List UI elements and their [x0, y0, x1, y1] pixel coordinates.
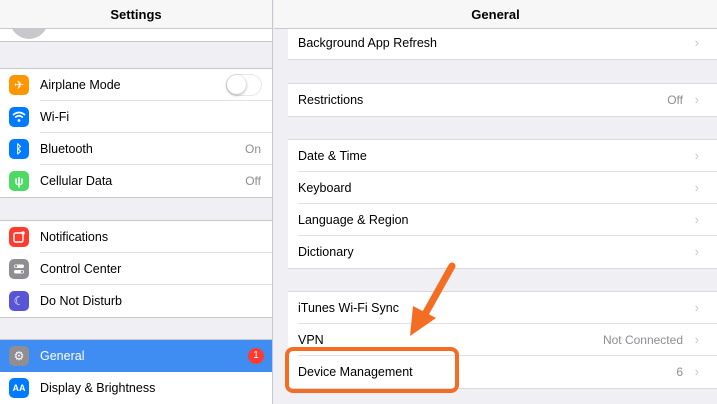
sidebar-item-label: Do Not Disturb	[40, 294, 122, 308]
row-label: Keyboard	[298, 181, 352, 195]
sidebar-item-label: Cellular Data	[40, 174, 113, 188]
row-label: Date & Time	[298, 149, 367, 163]
row-keyboard[interactable]: Keyboard ›	[288, 172, 717, 204]
general-pane: General Background App Refresh › Restric…	[274, 0, 717, 404]
restrictions-status: Off	[667, 93, 683, 107]
device-management-highlight	[285, 347, 459, 393]
row-language-region[interactable]: Language & Region ›	[288, 204, 717, 236]
bluetooth-icon: ᛒ	[9, 139, 29, 159]
notification-badge: 1	[248, 348, 264, 364]
device-management-count: 6	[676, 365, 683, 379]
antenna-icon: ψ	[9, 171, 29, 191]
gear-icon: ⚙	[9, 346, 29, 366]
wifi-icon	[9, 107, 29, 127]
notifications-group: Notifications Control Center ☾ Do Not Di…	[0, 220, 272, 318]
row-label: Language & Region	[298, 213, 409, 227]
sidebar-title: Settings	[0, 0, 272, 29]
page-title: General	[274, 0, 717, 29]
row-background-app-refresh[interactable]: Background App Refresh ›	[288, 27, 717, 59]
row-itunes-wifi-sync[interactable]: iTunes Wi-Fi Sync ›	[288, 292, 717, 324]
vpn-status: Not Connected	[602, 333, 683, 347]
sidebar-item-label: Wi-Fi	[40, 110, 70, 124]
chevron-right-icon: ›	[694, 148, 699, 163]
sidebar-item-bluetooth[interactable]: ᛒ Bluetooth On	[0, 133, 272, 165]
avatar	[10, 29, 48, 39]
general-group: ⚙ General 1 AA Display & Brightness	[0, 339, 272, 404]
sidebar-item-label: Control Center	[40, 262, 122, 276]
locale-group: Date & Time › Keyboard › Language & Regi…	[288, 139, 717, 269]
row-label: Background App Refresh	[298, 36, 437, 50]
row-label: Dictionary	[298, 245, 354, 259]
sidebar-item-label: General	[40, 349, 85, 363]
sidebar-item-label: Display & Brightness	[40, 381, 156, 395]
sidebar-item-do-not-disturb[interactable]: ☾ Do Not Disturb	[0, 285, 272, 317]
sidebar-item-display-brightness[interactable]: AA Display & Brightness	[0, 372, 272, 404]
chevron-right-icon: ›	[694, 35, 699, 50]
row-label: Restrictions	[298, 93, 364, 107]
sidebar-item-airplane-mode[interactable]: ✈ Airplane Mode	[0, 69, 272, 101]
bluetooth-status: On	[244, 142, 261, 156]
sidebar-item-wifi[interactable]: Wi-Fi	[0, 101, 272, 133]
annotation-arrow-icon	[410, 262, 456, 336]
chevron-right-icon: ›	[694, 180, 699, 195]
switches-icon	[9, 259, 29, 279]
row-dictionary[interactable]: Dictionary ›	[288, 236, 717, 268]
sidebar-item-notifications[interactable]: Notifications	[0, 221, 272, 253]
restrictions-group: Restrictions Off ›	[288, 83, 717, 117]
sidebar-item-control-center[interactable]: Control Center	[0, 253, 272, 285]
notifications-icon	[9, 227, 29, 247]
airplane-icon: ✈	[9, 75, 29, 95]
profile-cell[interactable]	[0, 29, 272, 42]
moon-icon: ☾	[9, 291, 29, 311]
background-refresh-group: Background App Refresh ›	[288, 27, 717, 60]
toggle-knob	[227, 75, 246, 94]
settings-sidebar: Settings ✈ Airplane Mode Wi-Fi ᛒ Bluetoo…	[0, 0, 273, 404]
display-icon: AA	[9, 378, 29, 398]
chevron-right-icon: ›	[694, 364, 699, 379]
connectivity-group: ✈ Airplane Mode Wi-Fi ᛒ Bluetooth On ψ C…	[0, 68, 272, 198]
chevron-right-icon: ›	[694, 244, 699, 259]
row-date-time[interactable]: Date & Time ›	[288, 140, 717, 172]
chevron-right-icon: ›	[694, 92, 699, 107]
row-restrictions[interactable]: Restrictions Off ›	[288, 84, 717, 116]
cellular-data-status: Off	[245, 174, 261, 188]
airplane-mode-toggle[interactable]	[226, 74, 262, 96]
chevron-right-icon: ›	[694, 332, 699, 347]
sidebar-item-general[interactable]: ⚙ General 1	[0, 340, 272, 372]
sidebar-item-label: Bluetooth	[40, 142, 93, 156]
sidebar-item-cellular-data[interactable]: ψ Cellular Data Off	[0, 165, 272, 197]
row-label: iTunes Wi-Fi Sync	[298, 301, 399, 315]
sidebar-item-label: Airplane Mode	[40, 78, 121, 92]
chevron-right-icon: ›	[694, 300, 699, 315]
chevron-right-icon: ›	[694, 212, 699, 227]
sidebar-item-label: Notifications	[40, 230, 109, 244]
